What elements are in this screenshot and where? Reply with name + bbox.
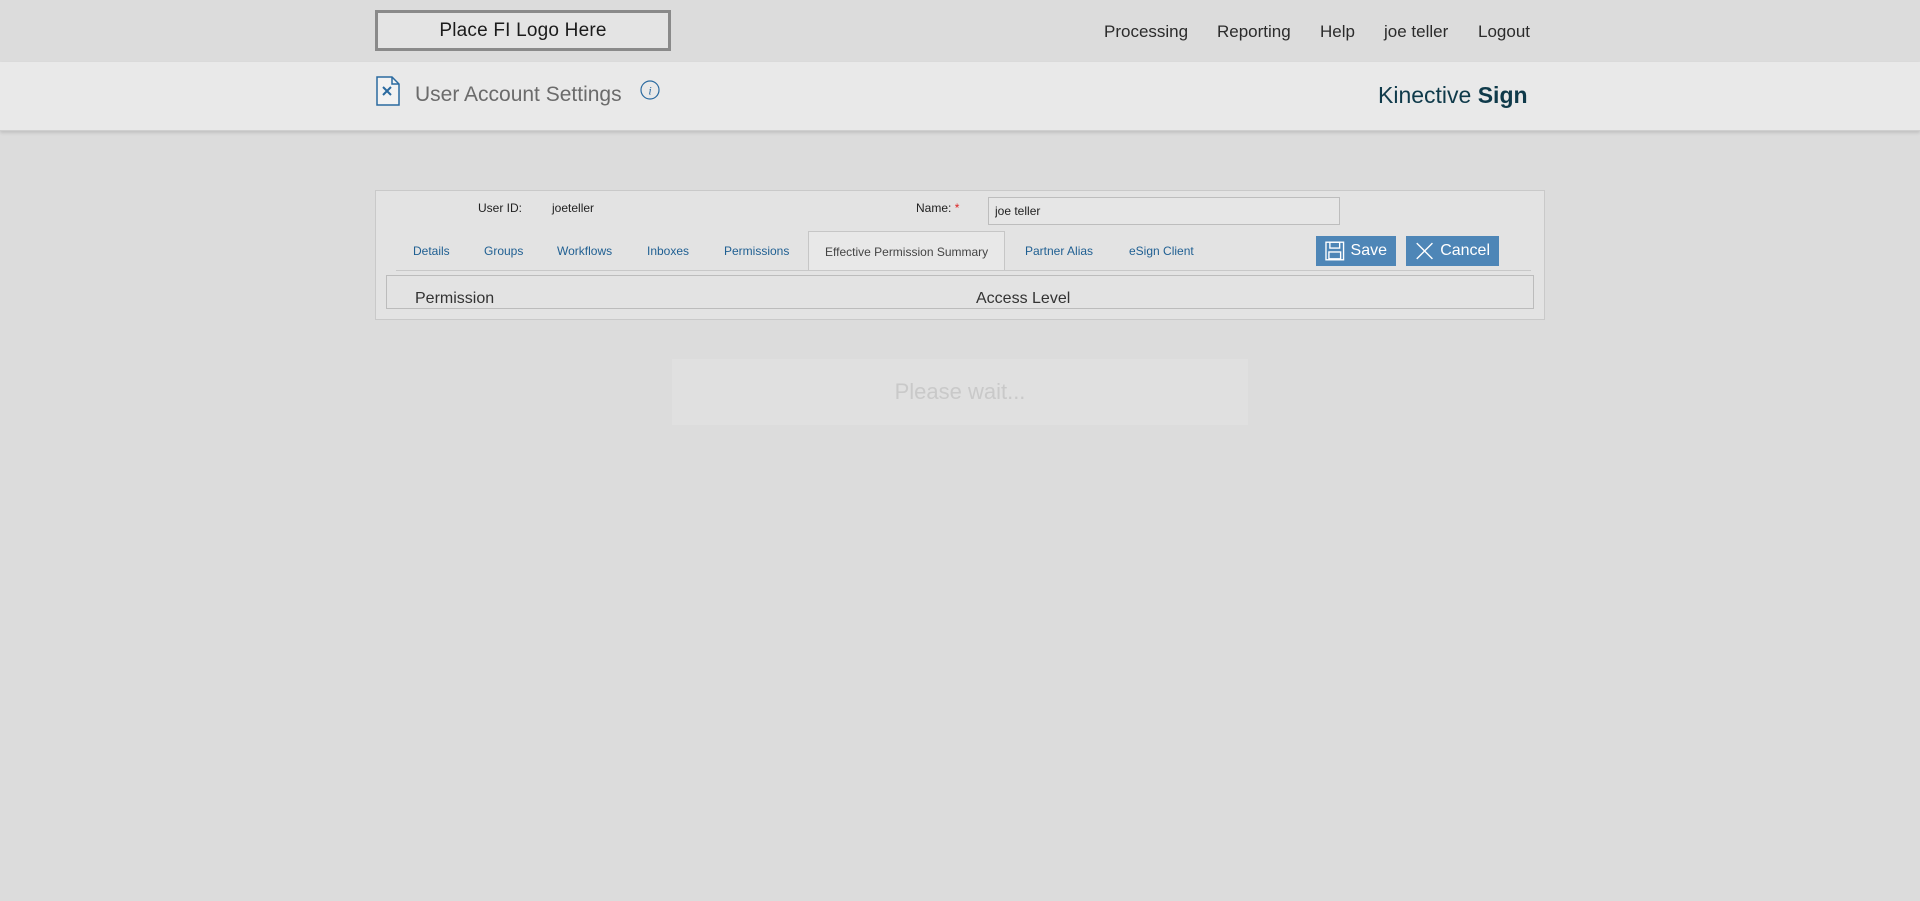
user-settings-panel: User ID: joeteller Name: * Details Group…: [375, 190, 1545, 320]
tab-effective-permission-summary[interactable]: Effective Permission Summary: [808, 231, 1006, 271]
column-permission[interactable]: Permission: [415, 290, 494, 308]
floppy-disk-icon: [1325, 241, 1345, 261]
tab-permissions[interactable]: Permissions: [724, 231, 789, 271]
tab-esign-client[interactable]: eSign Client: [1129, 231, 1194, 271]
tab-groups[interactable]: Groups: [484, 231, 523, 271]
svg-text:i: i: [648, 84, 651, 98]
page-header: User Account Settings i Kinective Sign: [0, 62, 1920, 131]
page-title: User Account Settings: [415, 83, 622, 106]
save-button[interactable]: Save: [1316, 236, 1396, 266]
nav-logout[interactable]: Logout: [1478, 22, 1530, 42]
brand-bold: Sign: [1477, 82, 1528, 108]
loading-overlay: Please wait...: [672, 359, 1248, 425]
tab-partner-alias[interactable]: Partner Alias: [1025, 231, 1093, 271]
tab-inboxes[interactable]: Inboxes: [647, 231, 689, 271]
close-icon: [1416, 242, 1433, 260]
column-access-level[interactable]: Access Level: [976, 290, 1070, 308]
document-edit-icon: [376, 76, 400, 106]
name-label-text: Name:: [916, 201, 952, 215]
cancel-label: Cancel: [1440, 242, 1490, 259]
user-id-label: User ID:: [478, 201, 523, 215]
brand-regular: Kinective: [1378, 82, 1478, 108]
tab-workflows[interactable]: Workflows: [557, 231, 612, 271]
name-label: Name: *: [916, 201, 959, 215]
top-bar: Place FI Logo Here Processing Reporting …: [0, 0, 1920, 62]
info-icon[interactable]: i: [640, 80, 660, 100]
brand-logo: Kinective Sign: [1378, 82, 1528, 109]
tab-details[interactable]: Details: [413, 231, 450, 271]
logo-placeholder[interactable]: Place FI Logo Here: [375, 10, 671, 51]
nav-processing[interactable]: Processing: [1104, 22, 1188, 42]
permission-grid-header: Permission Access Level: [386, 275, 1534, 309]
user-id-value: joeteller: [552, 201, 595, 215]
nav-help[interactable]: Help: [1320, 22, 1355, 42]
save-label: Save: [1350, 242, 1387, 259]
name-field[interactable]: [988, 197, 1340, 225]
nav-user-menu[interactable]: joe teller: [1384, 22, 1448, 42]
nav-reporting[interactable]: Reporting: [1217, 22, 1291, 42]
required-marker: *: [954, 201, 960, 215]
cancel-button[interactable]: Cancel: [1406, 236, 1499, 266]
tab-divider: [396, 270, 1531, 271]
